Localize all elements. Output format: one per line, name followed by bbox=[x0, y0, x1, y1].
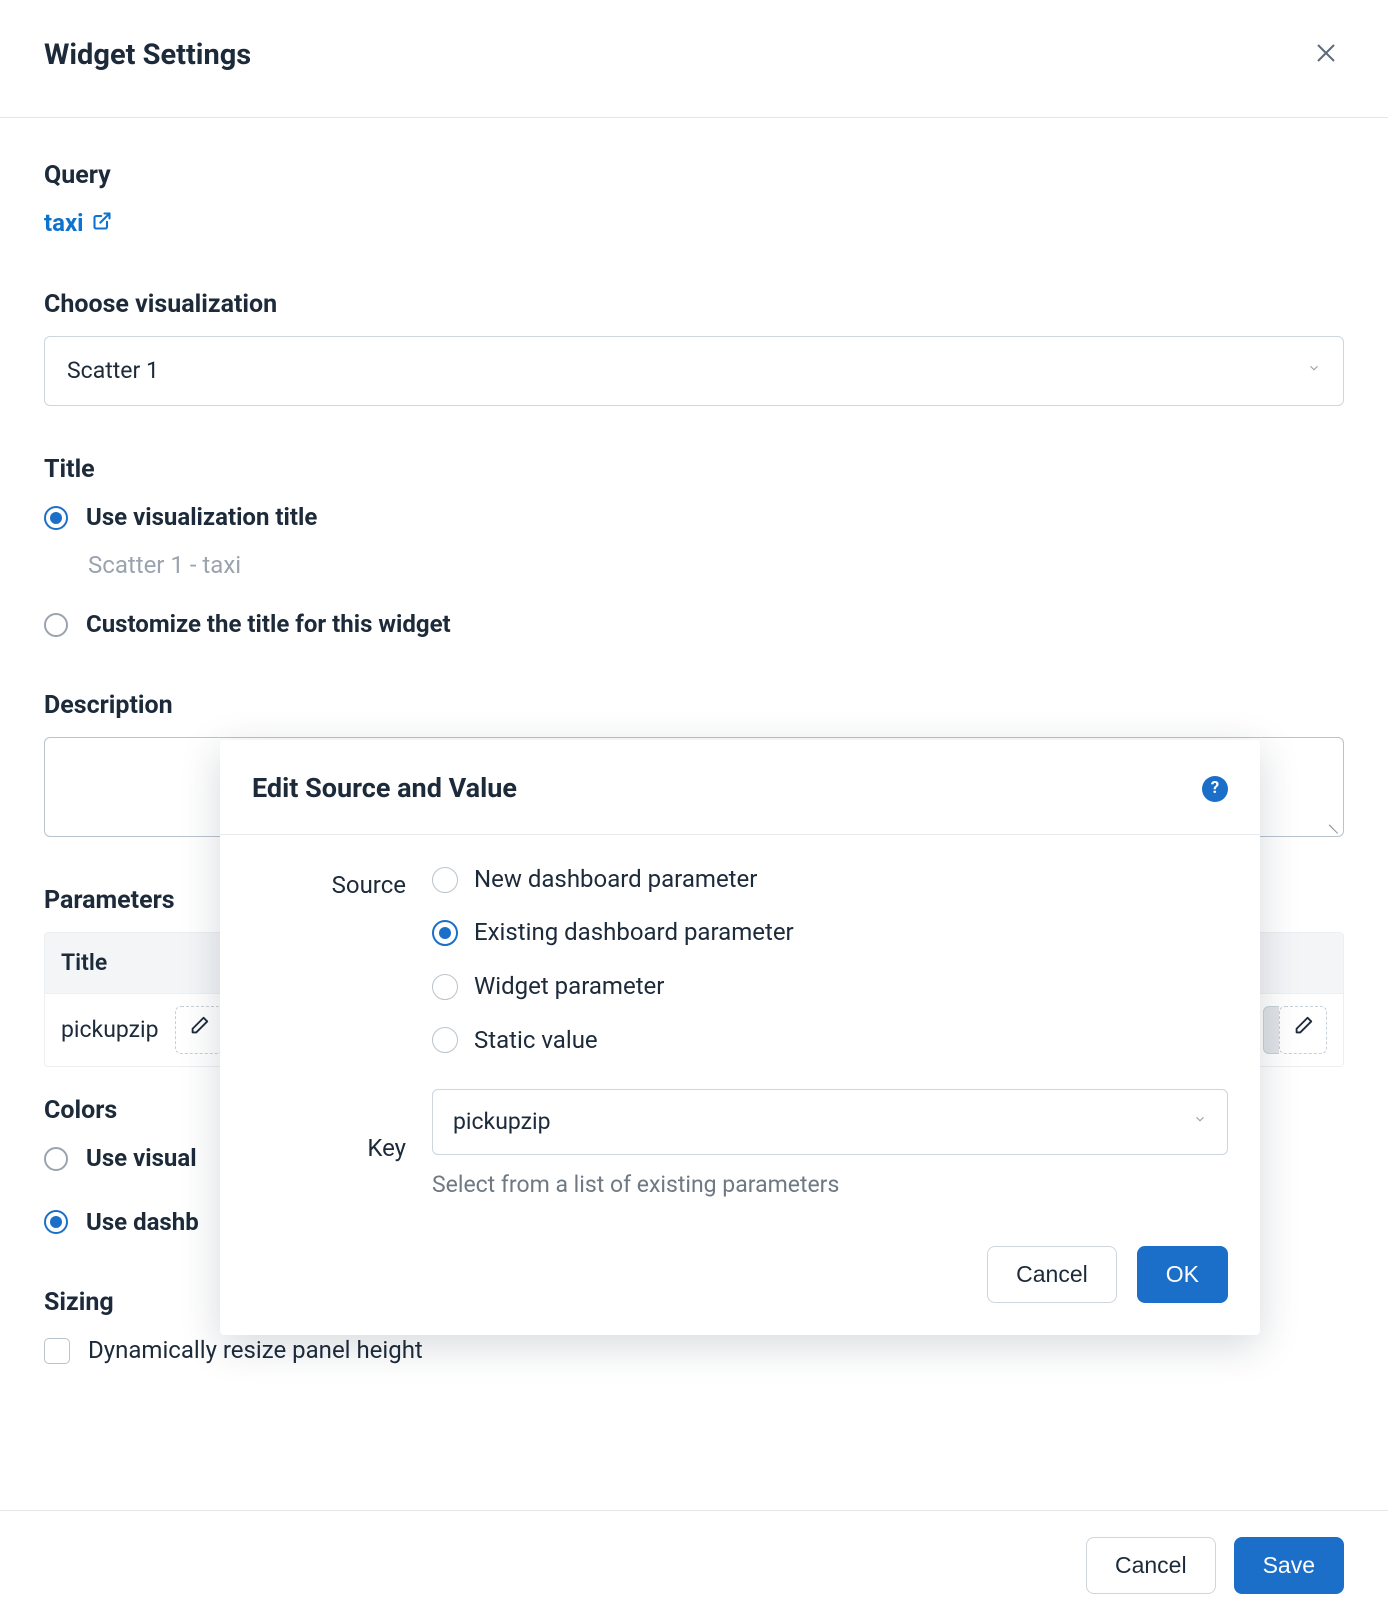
sizing-checkbox-row[interactable]: Dynamically resize panel height bbox=[44, 1334, 1344, 1368]
pencil-icon bbox=[1292, 1014, 1314, 1046]
resize-handle-icon[interactable] bbox=[1326, 819, 1340, 833]
title-radio-use[interactable]: Use visualization title bbox=[44, 501, 1344, 535]
modal-ok-button[interactable]: OK bbox=[1137, 1246, 1228, 1303]
close-icon[interactable] bbox=[1308, 30, 1344, 81]
radio-label: Use visualization title bbox=[86, 501, 317, 535]
radio-icon bbox=[432, 920, 458, 946]
cancel-button[interactable]: Cancel bbox=[1086, 1537, 1216, 1594]
visualization-label: Choose visualization bbox=[44, 287, 1344, 322]
key-row: Key pickupzip Select from a list of exis… bbox=[252, 1089, 1228, 1201]
source-radio-new[interactable]: New dashboard parameter bbox=[432, 863, 1228, 897]
modal-footer: Cancel OK bbox=[220, 1220, 1260, 1335]
external-link-icon bbox=[92, 207, 112, 241]
radio-label: Widget parameter bbox=[474, 970, 664, 1004]
radio-label: Use dashb bbox=[86, 1206, 199, 1240]
radio-label: Static value bbox=[474, 1024, 598, 1058]
dialog-footer: Cancel Save bbox=[0, 1510, 1388, 1620]
key-hint: Select from a list of existing parameter… bbox=[432, 1169, 1228, 1201]
checkbox-icon bbox=[44, 1338, 70, 1364]
visualization-select[interactable]: Scatter 1 bbox=[44, 336, 1344, 406]
radio-label: Use visual bbox=[86, 1142, 197, 1176]
dialog-title: Widget Settings bbox=[44, 35, 251, 76]
chevron-down-icon bbox=[1307, 359, 1321, 383]
radio-icon bbox=[432, 974, 458, 1000]
radio-icon bbox=[44, 1147, 68, 1171]
help-icon[interactable]: ? bbox=[1202, 776, 1228, 802]
source-radio-static[interactable]: Static value bbox=[432, 1024, 1228, 1058]
radio-icon bbox=[432, 1027, 458, 1053]
source-options: New dashboard parameter Existing dashboa… bbox=[432, 863, 1228, 1077]
radio-icon bbox=[44, 506, 68, 530]
source-label: Source bbox=[252, 863, 432, 903]
checkbox-label: Dynamically resize panel height bbox=[88, 1334, 423, 1368]
query-label: Query bbox=[44, 158, 1344, 193]
source-radio-widget[interactable]: Widget parameter bbox=[432, 970, 1228, 1004]
title-label: Title bbox=[44, 452, 1344, 487]
radio-label: New dashboard parameter bbox=[474, 863, 757, 897]
visualization-section: Choose visualization Scatter 1 bbox=[44, 287, 1344, 406]
title-subtext: Scatter 1 - taxi bbox=[88, 549, 1344, 583]
modal-title: Edit Source and Value bbox=[252, 770, 517, 808]
radio-label: Existing dashboard parameter bbox=[474, 916, 794, 950]
edit-source-modal: Edit Source and Value ? Source New dashb… bbox=[220, 740, 1260, 1335]
modal-cancel-button[interactable]: Cancel bbox=[987, 1246, 1117, 1303]
radio-icon bbox=[432, 867, 458, 893]
query-section: Query taxi bbox=[44, 158, 1344, 241]
modal-header: Edit Source and Value ? bbox=[220, 740, 1260, 835]
save-button[interactable]: Save bbox=[1234, 1537, 1344, 1594]
key-value: pickupzip bbox=[453, 1106, 551, 1138]
radio-icon bbox=[44, 613, 68, 637]
source-radio-existing[interactable]: Existing dashboard parameter bbox=[432, 916, 1228, 950]
radio-icon bbox=[44, 1210, 68, 1234]
widget-settings-dialog: Widget Settings Query taxi Choose visual… bbox=[0, 0, 1388, 1620]
chevron-down-icon bbox=[1193, 1110, 1207, 1134]
key-field: pickupzip Select from a list of existing… bbox=[432, 1089, 1228, 1201]
edit-source-button[interactable] bbox=[1279, 1006, 1327, 1054]
pencil-icon bbox=[188, 1014, 210, 1046]
query-link-text: taxi bbox=[44, 207, 84, 241]
description-label: Description bbox=[44, 688, 1344, 723]
title-section: Title Use visualization title Scatter 1 … bbox=[44, 452, 1344, 642]
radio-label: Customize the title for this widget bbox=[86, 608, 451, 642]
visualization-value: Scatter 1 bbox=[67, 355, 159, 387]
title-radio-custom[interactable]: Customize the title for this widget bbox=[44, 608, 1344, 642]
source-row: Source New dashboard parameter Existing … bbox=[252, 863, 1228, 1077]
modal-body: Source New dashboard parameter Existing … bbox=[220, 835, 1260, 1220]
query-link[interactable]: taxi bbox=[44, 207, 112, 241]
edit-value-button[interactable] bbox=[1263, 1006, 1279, 1054]
edit-title-button[interactable] bbox=[175, 1006, 223, 1054]
key-select[interactable]: pickupzip bbox=[432, 1089, 1228, 1155]
dialog-header: Widget Settings bbox=[0, 0, 1388, 118]
key-label: Key bbox=[252, 1126, 432, 1166]
parameter-title-value: pickupzip bbox=[61, 1014, 159, 1046]
